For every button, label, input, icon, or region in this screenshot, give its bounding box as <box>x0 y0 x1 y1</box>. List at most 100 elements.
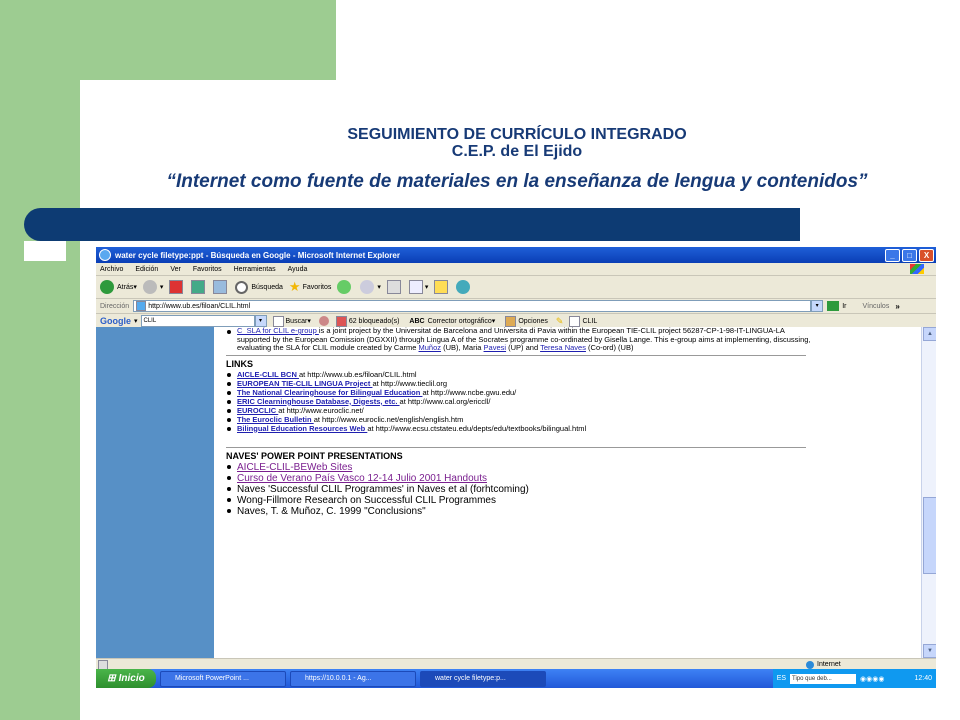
close-button[interactable]: X <box>919 248 934 262</box>
link-url: at http://www.euroclic.net/ <box>278 405 364 415</box>
status-zone: Internet <box>806 660 936 669</box>
divider <box>226 354 806 356</box>
settings-icon <box>318 316 329 326</box>
ppt-link[interactable]: AICLE-CLIL-BEWeb Sites <box>237 462 352 473</box>
divider <box>226 446 806 448</box>
links-chevron[interactable]: » <box>895 302 899 311</box>
intro-text-2: (UB), Maria <box>441 343 484 352</box>
start-button[interactable]: ⊞ Inicio <box>96 669 156 688</box>
slide-title: SEGUIMIENTO DE CURRÍCULO INTEGRADO C.E.P… <box>0 126 960 160</box>
spellcheck-label: Corrector ortográfico <box>427 317 492 325</box>
history-button[interactable] <box>337 280 354 294</box>
link-url: at http://www.euroclic.net/english/engli… <box>313 414 464 424</box>
print-button[interactable] <box>386 280 403 294</box>
menu-edicion[interactable]: Edición <box>135 266 158 273</box>
link-url: at http://www.cal.org/ericcll/ <box>399 396 491 406</box>
refresh-button[interactable] <box>191 280 207 294</box>
back-button[interactable]: Atrás ▾ <box>100 280 137 294</box>
address-label: Dirección <box>100 302 130 310</box>
ppt-item: Wong-Fillmore Research on Successful CLI… <box>226 495 816 506</box>
ppt-item: Curso de Verano País Vasco 12-14 Julio 2… <box>226 473 816 484</box>
link-item: The National Clearinghouse for Bilingual… <box>226 388 816 397</box>
google-logo: Google <box>100 316 131 326</box>
google-search-button[interactable]: Buscar ▾ <box>272 315 311 327</box>
messenger-button[interactable] <box>456 280 473 294</box>
google-search-label: Buscar <box>285 317 308 325</box>
vertical-scrollbar[interactable]: ▲ ▼ <box>921 327 936 658</box>
menu-ver[interactable]: Ver <box>170 266 181 273</box>
task-ie-active[interactable]: water cycle filetype:p... <box>420 670 546 687</box>
link-name[interactable]: The Euroclic Bulletin <box>237 415 314 424</box>
address-dropdown[interactable]: ▾ <box>811 300 824 312</box>
link-item: EUROPEAN TIE-CLIL LINGUA Project at http… <box>226 379 816 388</box>
search-label: Búsqueda <box>251 283 283 291</box>
intro-text-4: (Co-ord) (UB) <box>585 343 634 352</box>
menu-herramientas[interactable]: Herramientas <box>234 266 276 273</box>
ppt-item: AICLE-CLIL-BEWeb Sites <box>226 462 816 473</box>
options-button[interactable]: Opciones <box>505 315 548 327</box>
google-settings-button[interactable] <box>318 316 332 326</box>
links-label[interactable]: Vínculos <box>862 303 889 310</box>
toolbar: Atrás ▾ ▾ Búsqueda ★ Favoritos ▾ ▾ <box>96 276 936 299</box>
discuss-button[interactable] <box>434 280 450 294</box>
edit-button[interactable]: ▾ <box>408 280 428 294</box>
go-label[interactable]: Ir <box>842 303 846 310</box>
ppt-heading: NAVES' POWER POINT PRESENTATIONS <box>226 450 403 461</box>
link-name[interactable]: EUROPEAN TIE-CLIL LINGUA Project <box>237 379 372 388</box>
task-powerpoint[interactable]: Microsoft PowerPoint ... <box>160 670 286 687</box>
search-button[interactable]: Búsqueda <box>235 280 283 294</box>
forward-button[interactable]: ▾ <box>142 280 163 294</box>
history-icon <box>337 280 352 294</box>
intro-name-munoz[interactable]: Muñoz <box>419 343 442 352</box>
intro-text-3: (UP) and <box>506 343 541 352</box>
globe-icon <box>806 660 814 669</box>
slide-blue-bar <box>24 208 800 241</box>
menu-ayuda[interactable]: Ayuda <box>288 266 308 273</box>
status-zone-label: Internet <box>817 661 841 668</box>
home-button[interactable] <box>213 280 229 294</box>
windows-flag-icon <box>910 264 924 274</box>
ppt-link[interactable]: Curso de Verano País Vasco 12-14 Julio 2… <box>237 473 487 484</box>
windows-start-icon: ⊞ <box>107 673 116 684</box>
print-icon <box>386 280 401 294</box>
link-name[interactable]: Bilingual Education Resources Web <box>237 424 367 433</box>
menu-archivo[interactable]: Archivo <box>100 266 123 273</box>
address-input[interactable]: http://www.ub.es/filoan/CLIL.html <box>133 300 812 312</box>
link-name[interactable]: AICLE-CLIL BCN <box>237 370 299 379</box>
task-web-session[interactable]: https://10.0.0.1 - Ag... <box>290 670 416 687</box>
options-icon <box>505 315 517 327</box>
ppt-item: Naves, T. & Muñoz, C. 1999 "Conclusions" <box>226 506 816 517</box>
google-logo-dropdown[interactable]: ▾ <box>134 317 138 325</box>
minimize-button[interactable]: _ <box>885 248 900 262</box>
link-name[interactable]: ERIC Clearninghouse Database, Digests, e… <box>237 397 400 406</box>
popup-blocker[interactable]: 62 bloqueado(s) <box>335 315 399 327</box>
favorites-button[interactable]: ★ Favoritos <box>289 279 331 295</box>
clock: 12:40 <box>914 675 932 682</box>
stop-button[interactable] <box>169 280 185 294</box>
spellcheck-icon: ABC <box>409 317 425 325</box>
maximize-button[interactable]: □ <box>902 248 917 262</box>
language-indicator[interactable]: ES <box>777 675 786 682</box>
scroll-up-button[interactable]: ▲ <box>923 327 936 341</box>
go-arrow-icon[interactable] <box>827 301 840 311</box>
highlight-button[interactable]: ✎ CLIL <box>556 315 597 327</box>
stop-icon <box>169 280 184 294</box>
link-name[interactable]: EUROCLIC <box>237 406 278 415</box>
mail-button[interactable]: ▾ <box>360 280 381 294</box>
intro-name-naves[interactable]: Teresa Naves <box>540 343 586 352</box>
slide-subtitle: “Internet como fuente de materiales en l… <box>166 171 868 192</box>
mail-icon <box>360 280 375 294</box>
ppt-text: Wong-Fillmore Research on Successful CLI… <box>237 494 496 506</box>
link-name[interactable]: The National Clearinghouse for Bilingual… <box>237 388 422 397</box>
desktop-search-box[interactable]: Tipo que deb... <box>790 673 857 684</box>
spellcheck-button[interactable]: ABC Corrector ortográfico ▾ <box>409 317 495 326</box>
menu-bar: Archivo Edición Ver Favoritos Herramient… <box>96 263 936 276</box>
slide-title-line2: C.E.P. de El Ejido <box>451 143 583 160</box>
menu-favoritos[interactable]: Favoritos <box>193 266 222 273</box>
scroll-thumb[interactable] <box>923 497 936 574</box>
start-label: Inicio <box>118 673 145 684</box>
page-body: C_SLA for CLIL e-group is a joint projec… <box>226 326 816 517</box>
intro-name-pavesi[interactable]: Pavesi <box>484 343 507 352</box>
links-heading: LINKS <box>226 358 253 369</box>
scroll-down-button[interactable]: ▼ <box>923 644 936 658</box>
